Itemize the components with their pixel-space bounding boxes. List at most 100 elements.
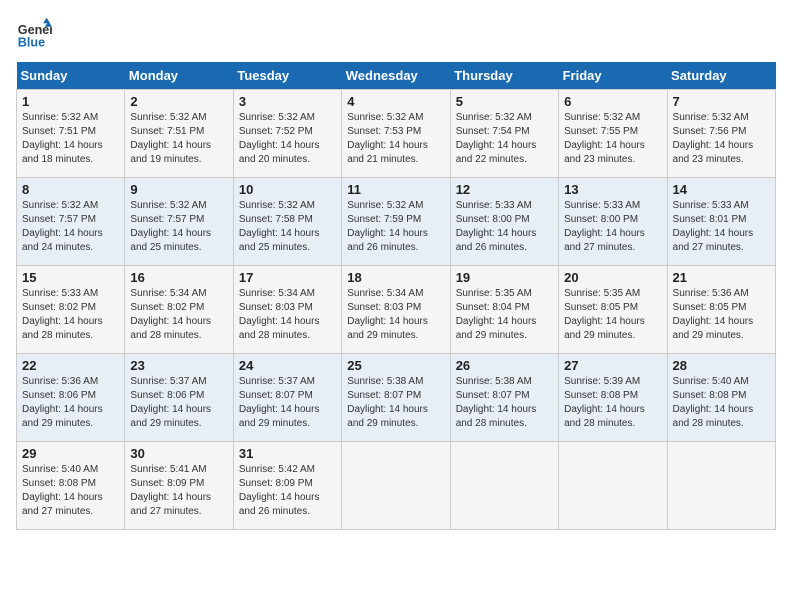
day-number: 29 [22, 446, 119, 461]
day-cell-empty [450, 442, 558, 530]
day-info: Sunrise: 5:36 AMSunset: 8:06 PMDaylight:… [22, 376, 103, 429]
day-info: Sunrise: 5:32 AMSunset: 7:57 PMDaylight:… [130, 200, 211, 253]
day-cell-19: 19Sunrise: 5:35 AMSunset: 8:04 PMDayligh… [450, 266, 558, 354]
day-info: Sunrise: 5:32 AMSunset: 7:51 PMDaylight:… [130, 112, 211, 165]
day-info: Sunrise: 5:41 AMSunset: 8:09 PMDaylight:… [130, 464, 211, 517]
day-number: 31 [239, 446, 336, 461]
calendar-table: Sunday Monday Tuesday Wednesday Thursday… [16, 62, 776, 530]
day-cell-27: 27 Sunrise: 5:39 AMSunset: 8:08 PMDayligh… [559, 354, 667, 442]
day-cell-31: 31 Sunrise: 5:42 AMSunset: 8:09 PMDayligh… [233, 442, 341, 530]
day-cell-empty [342, 442, 450, 530]
day-number: 13 [564, 182, 661, 197]
day-info: Sunrise: 5:35 AMSunset: 8:04 PMDaylight:… [456, 288, 537, 341]
day-cell-2: 2 Sunrise: 5:32 AMSunset: 7:51 PMDaylight… [125, 90, 233, 178]
day-cell-11: 11 Sunrise: 5:32 AMSunset: 7:59 PMDayligh… [342, 178, 450, 266]
day-number: 10 [239, 182, 336, 197]
day-cell-10: 10Sunrise: 5:32 AMSunset: 7:58 PMDayligh… [233, 178, 341, 266]
day-number: 30 [130, 446, 227, 461]
day-number: 8 [22, 182, 119, 197]
day-cell-22: 22 Sunrise: 5:36 AMSunset: 8:06 PMDayligh… [17, 354, 125, 442]
day-number: 27 [564, 358, 661, 373]
day-number: 2 [130, 94, 227, 109]
day-cell-7: 7 Sunrise: 5:32 AMSunset: 7:56 PMDaylight… [667, 90, 775, 178]
day-cell-9: 9 Sunrise: 5:32 AMSunset: 7:57 PMDaylight… [125, 178, 233, 266]
day-number: 17 [239, 270, 336, 285]
day-number: 14 [673, 182, 770, 197]
day-cell-5: 5Sunrise: 5:32 AMSunset: 7:54 PMDaylight… [450, 90, 558, 178]
day-number: 11 [347, 182, 444, 197]
day-cell-29: 29 Sunrise: 5:40 AMSunset: 8:08 PMDayligh… [17, 442, 125, 530]
day-info: Sunrise: 5:33 AMSunset: 8:02 PMDaylight:… [22, 288, 103, 341]
day-cell-14: 14 Sunrise: 5:33 AMSunset: 8:01 PMDayligh… [667, 178, 775, 266]
day-cell-26: 26 Sunrise: 5:38 AMSunset: 8:07 PMDayligh… [450, 354, 558, 442]
day-info: Sunrise: 5:34 AMSunset: 8:03 PMDaylight:… [239, 288, 320, 341]
day-info: Sunrise: 5:32 AMSunset: 7:52 PMDaylight:… [239, 112, 320, 165]
day-cell-25: 25Sunrise: 5:38 AMSunset: 8:07 PMDayligh… [342, 354, 450, 442]
day-info: Sunrise: 5:40 AMSunset: 8:08 PMDaylight:… [22, 464, 103, 517]
week-row-2: 8 Sunrise: 5:32 AMSunset: 7:57 PMDaylight… [17, 178, 776, 266]
day-info: Sunrise: 5:34 AMSunset: 8:02 PMDaylight:… [130, 288, 211, 341]
day-info: Sunrise: 5:36 AMSunset: 8:05 PMDaylight:… [673, 288, 754, 341]
logo: General Blue [16, 16, 52, 52]
day-cell-3: 3Sunrise: 5:32 AMSunset: 7:52 PMDaylight… [233, 90, 341, 178]
day-number: 4 [347, 94, 444, 109]
day-number: 23 [130, 358, 227, 373]
day-cell-12: 12 Sunrise: 5:33 AMSunset: 8:00 PMDayligh… [450, 178, 558, 266]
day-cell-empty [667, 442, 775, 530]
day-cell-1: 1 Sunrise: 5:32 AMSunset: 7:51 PMDaylight… [17, 90, 125, 178]
day-cell-24: 24Sunrise: 5:37 AMSunset: 8:07 PMDayligh… [233, 354, 341, 442]
day-info: Sunrise: 5:32 AMSunset: 7:57 PMDaylight:… [22, 200, 103, 253]
day-info: Sunrise: 5:32 AMSunset: 7:53 PMDaylight:… [347, 112, 428, 165]
day-cell-20: 20Sunrise: 5:35 AMSunset: 8:05 PMDayligh… [559, 266, 667, 354]
week-row-3: 15Sunrise: 5:33 AMSunset: 8:02 PMDayligh… [17, 266, 776, 354]
day-number: 25 [347, 358, 444, 373]
day-number: 12 [456, 182, 553, 197]
day-info: Sunrise: 5:33 AMSunset: 8:00 PMDaylight:… [564, 200, 645, 253]
day-cell-6: 6Sunrise: 5:32 AMSunset: 7:55 PMDaylight… [559, 90, 667, 178]
day-info: Sunrise: 5:33 AMSunset: 8:01 PMDaylight:… [673, 200, 754, 253]
day-info: Sunrise: 5:34 AMSunset: 8:03 PMDaylight:… [347, 288, 428, 341]
day-info: Sunrise: 5:32 AMSunset: 7:59 PMDaylight:… [347, 200, 428, 253]
day-info: Sunrise: 5:39 AMSunset: 8:08 PMDaylight:… [564, 376, 645, 429]
day-number: 16 [130, 270, 227, 285]
day-cell-30: 30 Sunrise: 5:41 AMSunset: 8:09 PMDayligh… [125, 442, 233, 530]
header-saturday: Saturday [667, 62, 775, 90]
day-number: 24 [239, 358, 336, 373]
week-row-5: 29 Sunrise: 5:40 AMSunset: 8:08 PMDayligh… [17, 442, 776, 530]
day-info: Sunrise: 5:37 AMSunset: 8:06 PMDaylight:… [130, 376, 211, 429]
day-cell-17: 17 Sunrise: 5:34 AMSunset: 8:03 PMDayligh… [233, 266, 341, 354]
day-cell-16: 16 Sunrise: 5:34 AMSunset: 8:02 PMDayligh… [125, 266, 233, 354]
day-info: Sunrise: 5:32 AMSunset: 7:51 PMDaylight:… [22, 112, 103, 165]
header-tuesday: Tuesday [233, 62, 341, 90]
day-number: 9 [130, 182, 227, 197]
day-info: Sunrise: 5:32 AMSunset: 7:56 PMDaylight:… [673, 112, 754, 165]
week-row-1: 1 Sunrise: 5:32 AMSunset: 7:51 PMDaylight… [17, 90, 776, 178]
day-cell-8: 8 Sunrise: 5:32 AMSunset: 7:57 PMDaylight… [17, 178, 125, 266]
day-cell-13: 13 Sunrise: 5:33 AMSunset: 8:00 PMDayligh… [559, 178, 667, 266]
day-number: 22 [22, 358, 119, 373]
day-info: Sunrise: 5:32 AMSunset: 7:54 PMDaylight:… [456, 112, 537, 165]
header-thursday: Thursday [450, 62, 558, 90]
day-info: Sunrise: 5:33 AMSunset: 8:00 PMDaylight:… [456, 200, 537, 253]
day-number: 1 [22, 94, 119, 109]
day-cell-18: 18Sunrise: 5:34 AMSunset: 8:03 PMDayligh… [342, 266, 450, 354]
svg-text:Blue: Blue [18, 36, 45, 50]
day-number: 6 [564, 94, 661, 109]
day-info: Sunrise: 5:38 AMSunset: 8:07 PMDaylight:… [456, 376, 537, 429]
header: General Blue [16, 16, 776, 52]
day-cell-21: 21 Sunrise: 5:36 AMSunset: 8:05 PMDayligh… [667, 266, 775, 354]
day-cell-28: 28Sunrise: 5:40 AMSunset: 8:08 PMDayligh… [667, 354, 775, 442]
day-cell-23: 23 Sunrise: 5:37 AMSunset: 8:06 PMDayligh… [125, 354, 233, 442]
header-sunday: Sunday [17, 62, 125, 90]
day-number: 21 [673, 270, 770, 285]
day-cell-15: 15Sunrise: 5:33 AMSunset: 8:02 PMDayligh… [17, 266, 125, 354]
logo-icon: General Blue [16, 16, 52, 52]
day-number: 26 [456, 358, 553, 373]
day-number: 7 [673, 94, 770, 109]
day-cell-4: 4 Sunrise: 5:32 AMSunset: 7:53 PMDaylight… [342, 90, 450, 178]
calendar-body: 1 Sunrise: 5:32 AMSunset: 7:51 PMDaylight… [17, 90, 776, 530]
day-number: 28 [673, 358, 770, 373]
day-number: 20 [564, 270, 661, 285]
day-info: Sunrise: 5:42 AMSunset: 8:09 PMDaylight:… [239, 464, 320, 517]
header-wednesday: Wednesday [342, 62, 450, 90]
